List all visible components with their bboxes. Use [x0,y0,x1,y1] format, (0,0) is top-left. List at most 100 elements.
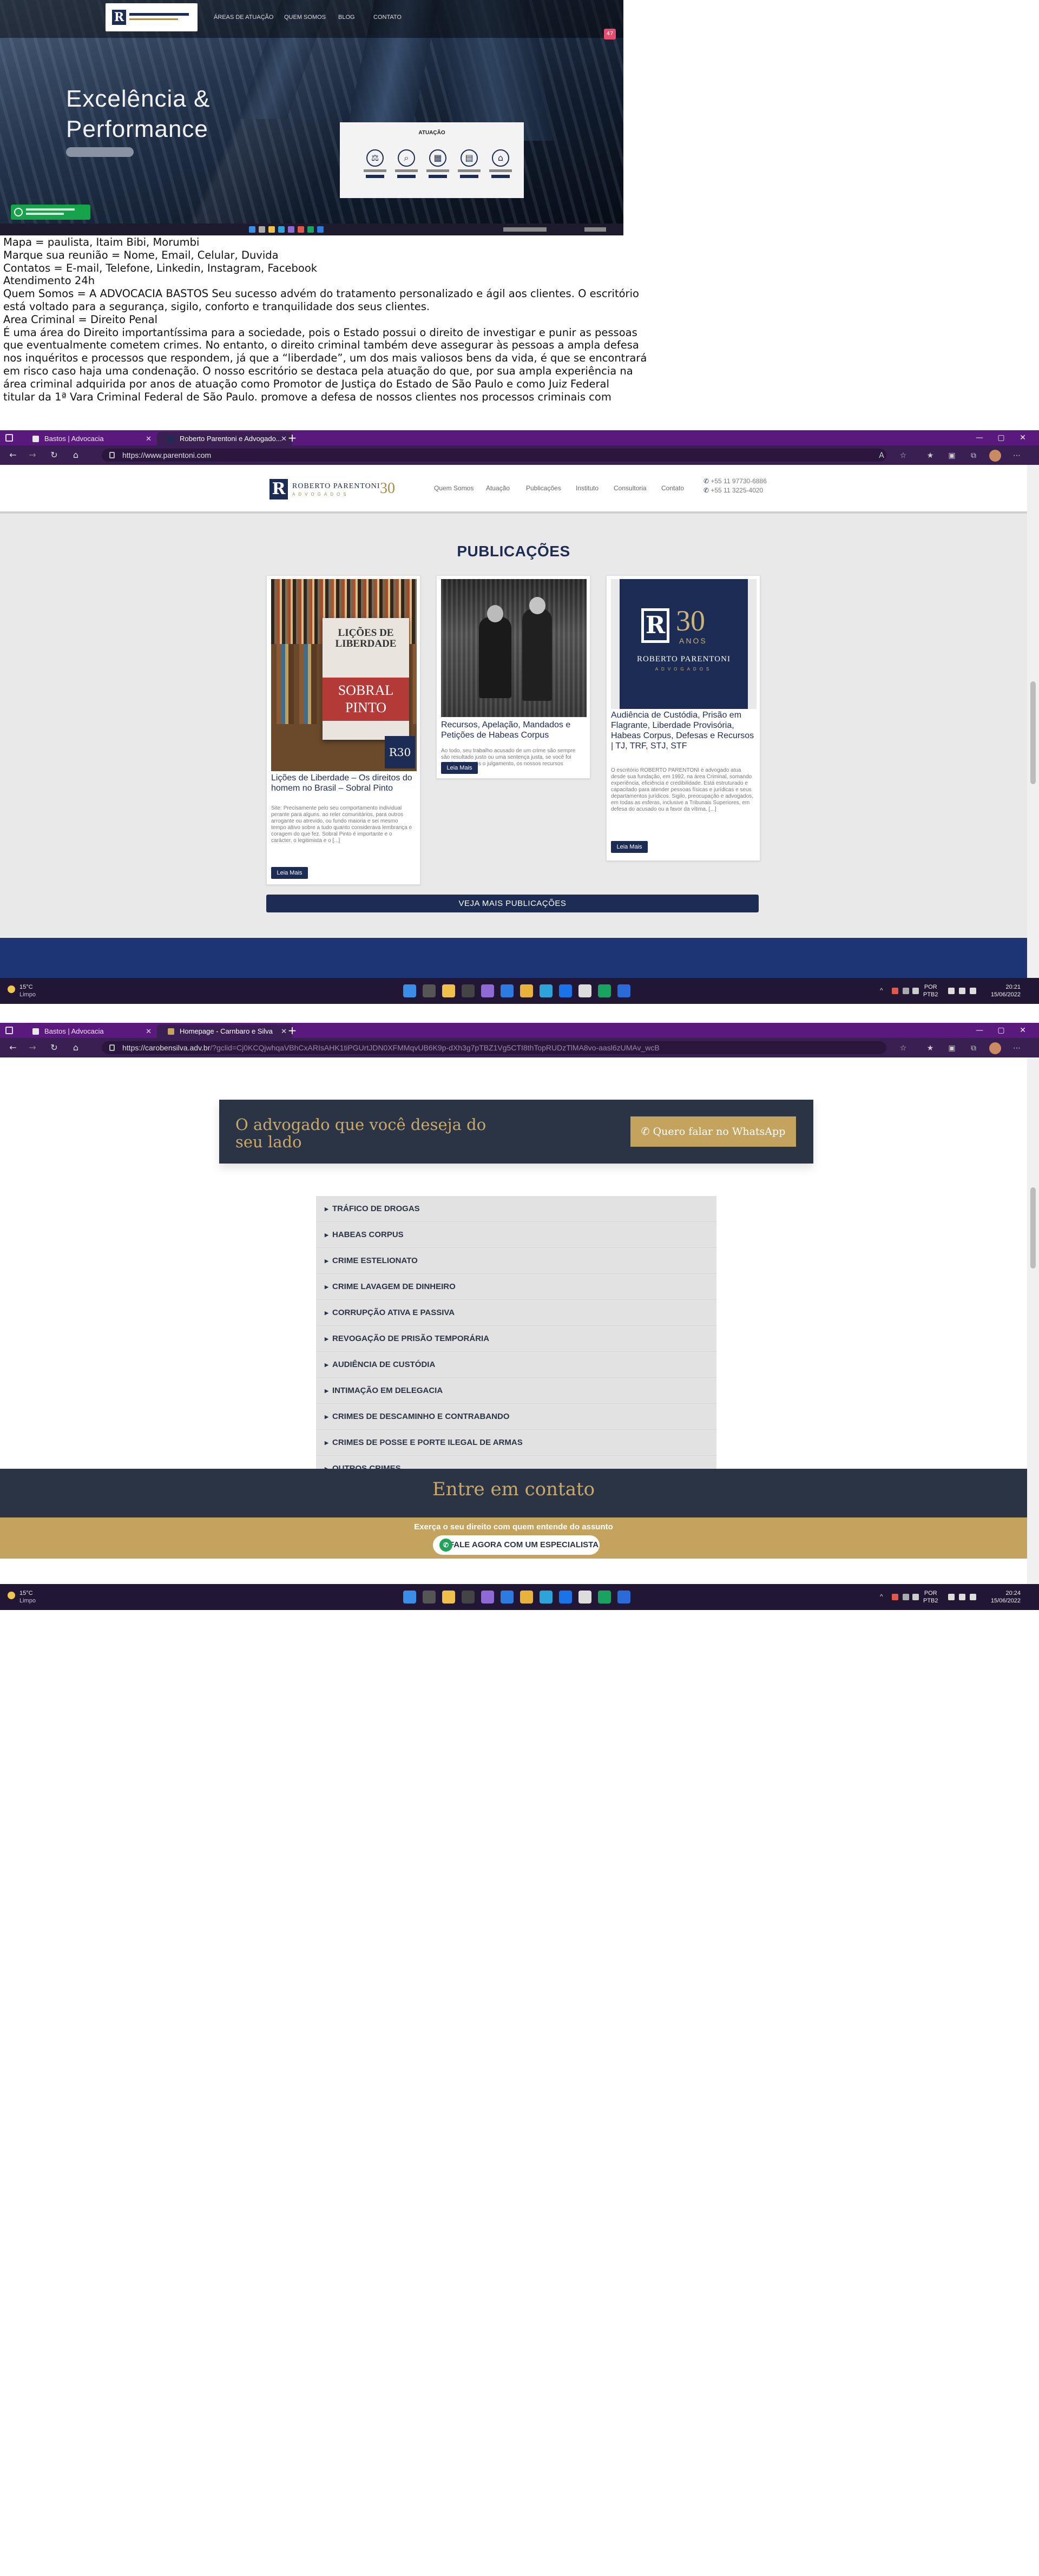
task-view-icon[interactable] [462,1591,475,1604]
refresh-icon[interactable]: ↻ [49,1042,60,1053]
whatsapp-button[interactable]: ✆ Quero falar no WhatsApp [630,1116,796,1147]
home-icon[interactable]: ⌂ [70,1042,81,1053]
app-icon[interactable] [298,226,304,233]
clock[interactable]: 20:24 15/06/2022 [991,1589,1021,1605]
folder-icon[interactable] [442,984,455,997]
forward-icon[interactable]: → [27,1042,38,1053]
tray-app-icon[interactable] [912,988,919,994]
talk-specialist-button[interactable]: ✆ FALE AGORA COM UM ESPECIALISTA [433,1535,600,1555]
windows-start-icon[interactable] [403,1591,416,1604]
more-icon[interactable]: ⋯ [1012,1043,1022,1053]
tab-carnbaro[interactable]: Homepage - Carnbaro e Silva ✕ [157,1024,292,1038]
window-menu-icon[interactable] [5,1027,13,1034]
clock[interactable]: 20:21 15/06/2022 [991,983,1021,998]
accordion-item[interactable]: ▶ REVOGAÇÃO DE PRISÃO TEMPORÁRIA [316,1326,716,1352]
nav-link[interactable]: BLOG [338,14,355,21]
accordion-item[interactable]: ▶ TRÁFICO DE DROGAS [316,1196,716,1222]
accordion-item[interactable]: ▶ CRIMES DE DESCAMINHO E CONTRABANDO [316,1404,716,1430]
edge-icon[interactable] [501,1591,514,1604]
tab-bastos[interactable]: Bastos | Advocacia ✕ [22,1024,157,1038]
close-window-icon[interactable]: ✕ [1012,1024,1034,1036]
calendar-icon[interactable] [578,984,591,997]
wifi-icon[interactable] [948,988,955,994]
app-icon[interactable] [288,226,294,233]
extensions-icon[interactable]: ⧉ [969,451,978,461]
atuacao-item[interactable]: ▦ [425,149,450,182]
collections-icon[interactable]: ▣ [947,1043,957,1053]
edge-alt-icon[interactable] [617,984,630,997]
menu-quem-somos[interactable]: Quem Somos [434,484,474,492]
see-more-publications-button[interactable]: VEJA MAIS PUBLICAÇÕES [266,895,759,912]
tray-app-icon[interactable] [892,988,898,994]
tab-parentoni[interactable]: Roberto Parentoni e Advogado... ✕ [157,432,292,445]
hero-button[interactable] [66,147,134,157]
atuacao-item[interactable]: ⌂ [488,149,513,182]
menu-publicacoes[interactable]: Publicações [526,484,561,492]
edge-icon[interactable] [317,226,324,233]
menu-contato[interactable]: Contato [661,484,684,492]
avatar[interactable] [989,1042,1001,1054]
back-icon[interactable]: ← [8,450,18,461]
language-indicator[interactable]: POR PTB2 [923,983,938,998]
favorite-icon[interactable]: ☆ [898,451,908,461]
scrollbar-thumb[interactable] [1030,681,1036,784]
close-icon[interactable]: ✕ [146,1024,152,1038]
read-more-button[interactable]: Leia Mais [611,841,648,853]
maximize-icon[interactable]: ▢ [990,1024,1012,1036]
whatsapp-float-button[interactable] [11,205,90,220]
nav-link[interactable]: CONTATO [373,14,402,21]
battery-icon[interactable] [970,1594,976,1600]
nav-link[interactable]: ÁREAS DE ATUAÇÃO [214,14,273,21]
folder-icon[interactable] [442,1591,455,1604]
read-more-button[interactable]: Leia Mais [271,867,308,879]
explorer-icon[interactable] [520,1591,533,1604]
avatar[interactable] [989,450,1001,462]
accordion-item[interactable]: ▶ AUDIÊNCIA DE CUSTÓDIA [316,1352,716,1378]
atuacao-item[interactable]: ⚖ [363,149,387,182]
maximize-icon[interactable]: ▢ [990,432,1012,444]
teams-icon[interactable] [481,1591,494,1604]
menu-instituto[interactable]: Instituto [576,484,599,492]
more-icon[interactable]: ⋯ [1012,451,1022,461]
chrome-icon[interactable] [598,1591,611,1604]
accordion-item[interactable]: ▶ CORRUPÇÃO ATIVA E PASSIVA [316,1300,716,1326]
tray-app-icon[interactable] [903,988,909,994]
battery-icon[interactable] [970,988,976,994]
tab-bastos[interactable]: Bastos | Advocacia ✕ [22,432,157,445]
tray-app-icon[interactable] [912,1594,919,1600]
home-icon[interactable]: ⌂ [70,450,81,461]
chevron-up-icon[interactable]: ^ [880,987,883,994]
menu-consultoria[interactable]: Consultoria [614,484,647,492]
phone-number[interactable]: +55 11 97730-6886 [711,477,767,485]
search-icon[interactable] [423,1591,436,1604]
store-icon[interactable] [540,1591,553,1604]
atuacao-item[interactable]: ▤ [457,149,482,182]
app-icon[interactable] [259,226,265,233]
site-logo[interactable]: R ROBERTO PARENTONI ADVOGADOS 30 [269,479,399,501]
wifi-icon[interactable] [948,1594,955,1600]
read-more-button[interactable]: Leia Mais [441,762,478,774]
minimize-icon[interactable]: — [969,432,990,444]
windows-start-icon[interactable] [403,984,416,997]
card-title[interactable]: Audiência de Custódia, Prisão em Flagran… [611,710,756,751]
window-menu-icon[interactable] [5,434,13,442]
new-tab-icon[interactable]: + [286,432,299,445]
accordion-item[interactable]: ▶ HABEAS CORPUS [316,1222,716,1248]
landing-logo[interactable]: R [106,3,198,31]
close-window-icon[interactable]: ✕ [1012,432,1034,444]
phone-number[interactable]: +55 11 3225-4020 [711,487,763,494]
favorites-icon[interactable]: ★ [925,451,935,461]
volume-icon[interactable] [959,988,965,994]
card-image[interactable] [441,579,587,717]
mail-icon[interactable] [559,984,572,997]
accordion-item[interactable]: ▶ CRIME LAVAGEM DE DINHEIRO [316,1274,716,1300]
atuacao-item[interactable]: ⌕ [394,149,419,182]
back-icon[interactable]: ← [8,1042,18,1053]
scrollbar[interactable] [1027,1057,1039,1584]
read-aloud-icon[interactable]: A [877,451,886,461]
close-icon[interactable]: ✕ [146,432,152,445]
edge-icon[interactable] [501,984,514,997]
notification-badge[interactable]: 47 [604,29,616,40]
task-view-icon[interactable] [462,984,475,997]
volume-icon[interactable] [959,1594,965,1600]
